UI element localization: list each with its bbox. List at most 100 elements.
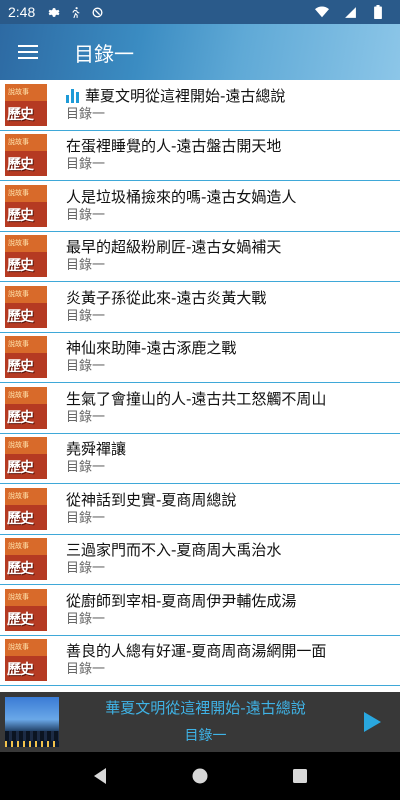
list-item-title: 炎黃子孫從此來-遠古炎黃大戰 [66,288,266,308]
history-thumbnail: 說故事 歷史 [5,83,47,126]
list-item-text: 從神話到史實-夏商周總說 目錄一 [66,490,236,528]
app-bar: 目錄一 [0,24,400,80]
list-item-title: 生氣了會撞山的人-遠古共工怒觸不周山 [66,389,326,409]
list-item[interactable]: 說故事 歷史 人是垃圾桶撿來的嗎-遠古女媧造人 目錄一 [0,181,400,232]
thumbnail-label: 歷史 [7,359,34,376]
list-item-text: 三過家門而不入-夏商周大禹治水 目錄一 [66,540,281,578]
back-icon [94,768,106,784]
list-item-subtitle: 目錄一 [66,157,106,173]
list-item[interactable]: 說故事 歷史 三過家門而不入-夏商周大禹治水 目錄一 [0,535,400,585]
list-item-title-text: 從廚師到宰相-夏商周伊尹輔佐成湯 [66,591,297,610]
thumbnail-label: 歷史 [7,207,34,224]
thumbnail-caption: 說故事 [8,138,29,147]
status-time: 2:48 [8,4,36,20]
settings-icon [45,4,61,20]
list-item-title-text: 生氣了會撞山的人-遠古共工怒觸不周山 [66,389,327,408]
list-item[interactable]: 說故事 歷史 堯舜禪讓 目錄一 [0,434,400,484]
thumbnail-label: 歷史 [7,409,34,426]
history-thumbnail: 說故事 歷史 [5,437,47,480]
running-icon [67,4,83,20]
history-thumbnail: 說故事 歷史 [5,487,47,530]
history-thumbnail: 說故事 歷史 [5,235,47,278]
list-item[interactable]: 說故事 歷史 華夏文明從這裡開始-遠古總說 目錄一 [0,80,400,131]
list-item-subtitle: 目錄一 [66,510,106,526]
now-playing-info[interactable]: 華夏文明從這裡開始-遠古總說 目錄一 [59,697,352,747]
back-button[interactable] [80,756,120,796]
list-item-subtitle: 目錄一 [66,359,106,375]
thumbnail-caption: 說故事 [8,643,29,652]
list-item-text: 炎黃子孫從此來-遠古炎黃大戰 目錄一 [66,288,266,326]
home-icon [192,768,208,784]
list-item-title: 人是垃圾桶撿來的嗎-遠古女媧造人 [66,187,296,207]
list-item[interactable]: 說故事 歷史 善良的人總有好運-夏商周商湯網開一面 目錄一 [0,636,400,686]
list-item-text: 生氣了會撞山的人-遠古共工怒觸不周山 目錄一 [66,389,326,427]
play-button[interactable] [352,702,392,742]
now-playing-subtitle: 目錄一 [184,728,227,744]
thumbnail-caption: 說故事 [8,340,29,349]
thumbnail-caption: 說故事 [8,289,29,298]
hamburger-menu-icon[interactable] [0,24,56,80]
list-item-title: 從廚師到宰相-夏商周伊尹輔佐成湯 [66,591,296,611]
list-item[interactable]: 說故事 歷史 生氣了會撞山的人-遠古共工怒觸不周山 目錄一 [0,383,400,434]
now-playing-bar[interactable]: 華夏文明從這裡開始-遠古總說 目錄一 [0,692,400,752]
list-item-title: 從神話到史實-夏商周總說 [66,490,236,510]
chapter-list[interactable]: 說故事 歷史 華夏文明從這裡開始-遠古總說 目錄一 說故事 歷史 在蛋裡睡覺的人-遠古盤古開… [0,80,400,692]
list-item[interactable]: 說故事 歷史 炎黃子孫從此來-遠古炎黃大戰 目錄一 [0,282,400,333]
list-item-title: 神仙來助陣-遠古涿鹿之戰 [66,338,236,358]
thumbnail-caption: 說故事 [8,542,29,551]
page-title: 目錄一 [74,41,134,66]
history-thumbnail: 說故事 歷史 [5,538,47,581]
battery-icon [370,4,386,20]
thumbnail-caption: 說故事 [8,592,29,601]
home-button[interactable] [180,756,220,796]
thumbnail-caption: 說故事 [8,87,29,96]
wifi-icon [314,4,330,20]
history-thumbnail: 說故事 歷史 [5,386,47,429]
thumbnail-label: 歷史 [7,157,34,174]
list-item-text: 堯舜禪讓 目錄一 [66,439,126,477]
signal-icon [342,4,358,20]
list-item[interactable]: 說故事 歷史 從神話到史實-夏商周總說 目錄一 [0,484,400,535]
now-playing-equalizer-icon [66,88,79,103]
thumbnail-label: 歷史 [7,561,34,578]
list-item-subtitle: 目錄一 [66,409,106,425]
list-item-title: 堯舜禪讓 [66,439,126,459]
system-nav-bar [0,752,400,800]
recents-button[interactable] [280,756,320,796]
list-item-subtitle: 目錄一 [66,106,106,122]
list-item-title-text: 三過家門而不入-夏商周大禹治水 [66,541,282,560]
history-thumbnail: 說故事 歷史 [5,285,47,328]
list-item-title: 最早的超級粉刷匠-遠古女媧補天 [66,237,281,257]
list-item[interactable]: 說故事歷史 從廚師到宰相-夏商周伊尹輔佐成湯 目錄一 [0,585,400,636]
list-item-title: 善良的人總有好運-夏商周商湯網開一面 [66,641,326,661]
recents-icon [293,769,307,783]
list-item-text: 最早的超級粉刷匠-遠古女媧補天 目錄一 [66,237,281,275]
list-item-title-text: 神仙來助陣-遠古涿鹿之戰 [66,339,237,358]
data-saver-icon [89,4,105,20]
status-bar: 2:48 [0,0,400,24]
thumbnail-label: 歷史 [7,106,34,123]
list-item-text: 神仙來助陣-遠古涿鹿之戰 目錄一 [66,338,236,376]
list-item[interactable]: 說故事 歷史 神仙來助陣-遠古涿鹿之戰 目錄一 [0,333,400,383]
list-item-subtitle: 目錄一 [66,258,106,274]
list-item-title-text: 最早的超級粉刷匠-遠古女媧補天 [66,238,282,257]
list-item[interactable]: 說故事 歷史 最早的超級粉刷匠-遠古女媧補天 目錄一 [0,232,400,282]
list-item-title-text: 炎黃子孫從此來-遠古炎黃大戰 [66,288,267,307]
thumbnail-label: 歷史 [7,258,34,275]
list-item[interactable]: 說故事歷史 在蛋裡睡覺的人-遠古盤古開天地 目錄一 [0,131,400,181]
list-item-title: 在蛋裡睡覺的人-遠古盤古開天地 [66,136,281,156]
list-item-text: 華夏文明從這裡開始-遠古總說 目錄一 [66,86,285,124]
list-item-title-text: 在蛋裡睡覺的人-遠古盤古開天地 [66,137,282,156]
list-item-subtitle: 目錄一 [66,561,106,577]
history-thumbnail: 說故事 歷史 [5,336,47,379]
list-item-text: 人是垃圾桶撿來的嗎-遠古女媧造人 目錄一 [66,187,296,225]
list-item-text: 從廚師到宰相-夏商周伊尹輔佐成湯 目錄一 [66,591,296,629]
list-item-title-text: 從神話到史實-夏商周總說 [66,490,237,509]
list-item-title-text: 善良的人總有好運-夏商周商湯網開一面 [66,642,327,661]
play-icon [364,712,381,732]
thumbnail-label: 歷史 [7,611,34,628]
album-art[interactable] [5,697,59,747]
list-item-title-text: 人是垃圾桶撿來的嗎-遠古女媧造人 [66,187,297,206]
list-item-text: 在蛋裡睡覺的人-遠古盤古開天地 目錄一 [66,136,281,174]
thumbnail-caption: 說故事 [8,441,29,450]
